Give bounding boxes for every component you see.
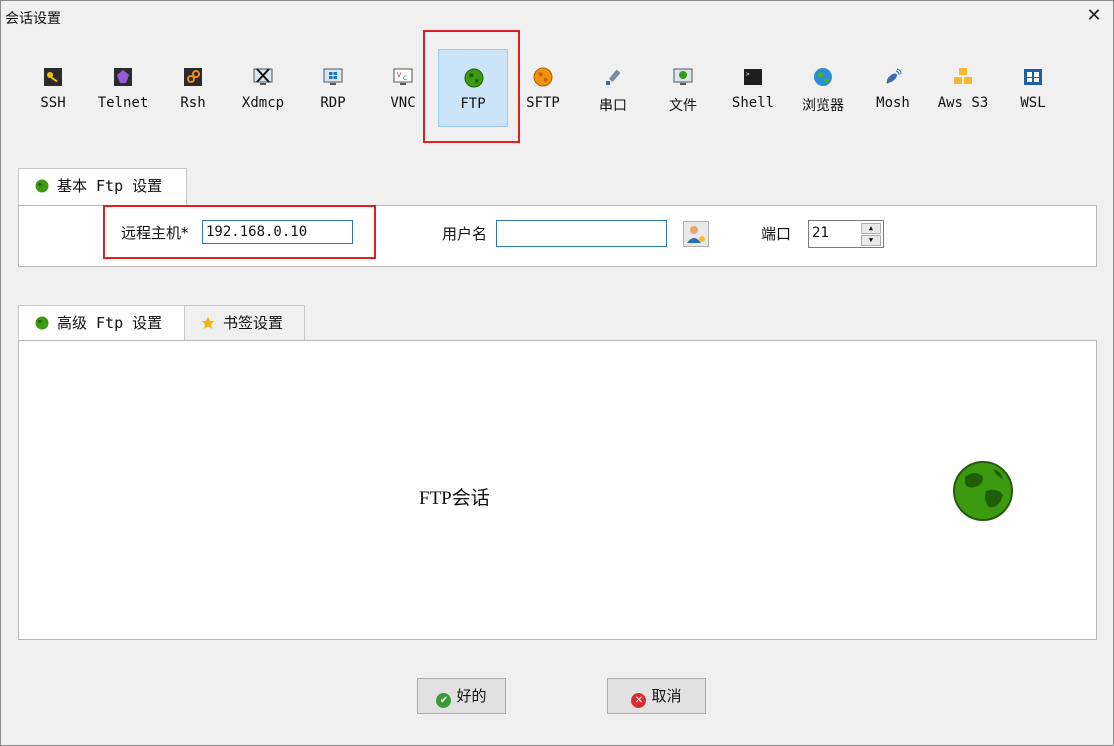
type-aws-s3[interactable]: Aws S3: [928, 49, 998, 127]
type-label: SSH: [40, 95, 66, 111]
type-label: 浏览器: [802, 98, 844, 114]
type-label: Xdmcp: [241, 95, 285, 111]
host-highlight: [103, 205, 376, 259]
globe-icon: [953, 461, 1013, 521]
username-input[interactable]: [496, 220, 667, 247]
file-monitor-icon: [673, 68, 693, 85]
svg-text:>: >: [746, 71, 750, 78]
type-label: Aws S3: [937, 95, 989, 111]
window-title: 会话设置: [5, 11, 61, 27]
type-mosh[interactable]: Mosh: [858, 49, 928, 127]
tab-advanced-ftp[interactable]: 高级 Ftp 设置: [18, 305, 185, 341]
cancel-button[interactable]: ✕ 取消: [607, 678, 706, 714]
type-label: Rsh: [180, 95, 206, 111]
port-stepper[interactable]: 21 ▲ ▼: [808, 220, 884, 248]
orange-globe-icon: [533, 67, 553, 87]
type-label: RDP: [320, 95, 346, 111]
user-icon: [687, 226, 705, 243]
cancel-icon: ✕: [631, 693, 647, 708]
tab-bookmark[interactable]: 书签设置: [184, 305, 305, 341]
username-label: 用户名: [442, 225, 488, 243]
type-label: 文件: [669, 98, 697, 114]
type-label: Mosh: [876, 95, 910, 111]
ok-button[interactable]: ✔ 好的: [417, 678, 506, 714]
type-label: Shell: [731, 95, 775, 111]
terminal-icon: >: [744, 69, 762, 85]
type-label: WSL: [1020, 95, 1046, 111]
x-monitor-icon: [253, 68, 273, 85]
tab-label: 高级 Ftp 设置: [57, 314, 163, 332]
tab-basic-ftp[interactable]: 基本 Ftp 设置: [18, 168, 187, 206]
user-select-button[interactable]: [683, 221, 709, 247]
spin-down-icon[interactable]: ▼: [861, 235, 881, 246]
plug-icon: [606, 69, 621, 85]
port-value: 21: [812, 225, 829, 241]
type-xdmcp[interactable]: Xdmcp: [228, 49, 298, 127]
tab-label: 基本 Ftp 设置: [57, 177, 163, 195]
windows-monitor-icon: [323, 68, 343, 85]
selection-highlight: [423, 30, 520, 143]
spin-up-icon[interactable]: ▲: [861, 223, 881, 234]
key-icon: [44, 68, 62, 86]
type-rdp[interactable]: RDP: [298, 49, 368, 127]
cancel-label: 取消: [651, 687, 682, 705]
cubes-icon: [954, 68, 972, 84]
type-rsh[interactable]: Rsh: [158, 49, 228, 127]
type-label: Telnet: [97, 95, 149, 111]
satellite-icon: [886, 68, 902, 84]
check-icon: ✔: [436, 693, 452, 708]
type-shell[interactable]: > Shell: [718, 49, 788, 127]
type-browser[interactable]: 浏览器: [788, 49, 858, 127]
session-settings-window: 会话设置 ✕ SSH Telnet Rsh Xdmcp RDP VC VNC F…: [0, 0, 1114, 746]
type-wsl[interactable]: WSL: [998, 49, 1068, 127]
svg-text:C: C: [403, 75, 407, 82]
type-telnet[interactable]: Telnet: [88, 49, 158, 127]
earth-icon: [814, 68, 832, 86]
globe-icon: [35, 316, 49, 330]
type-label: 串口: [599, 98, 627, 114]
rsh-icon: [184, 68, 202, 86]
type-file[interactable]: 文件: [648, 49, 718, 127]
tab-label: 书签设置: [223, 314, 284, 332]
star-icon: [201, 316, 215, 329]
close-icon[interactable]: ✕: [1083, 5, 1105, 27]
globe-icon: [35, 179, 49, 193]
port-label: 端口: [761, 225, 792, 243]
telnet-icon: [114, 68, 132, 86]
description-panel: FTP会话: [18, 340, 1097, 640]
vnc-monitor-icon: VC: [393, 68, 413, 85]
type-serial[interactable]: 串口: [578, 49, 648, 127]
windows-icon: [1024, 69, 1042, 85]
type-ssh[interactable]: SSH: [18, 49, 88, 127]
ok-label: 好的: [456, 687, 487, 705]
session-description: FTP会话: [419, 488, 490, 509]
